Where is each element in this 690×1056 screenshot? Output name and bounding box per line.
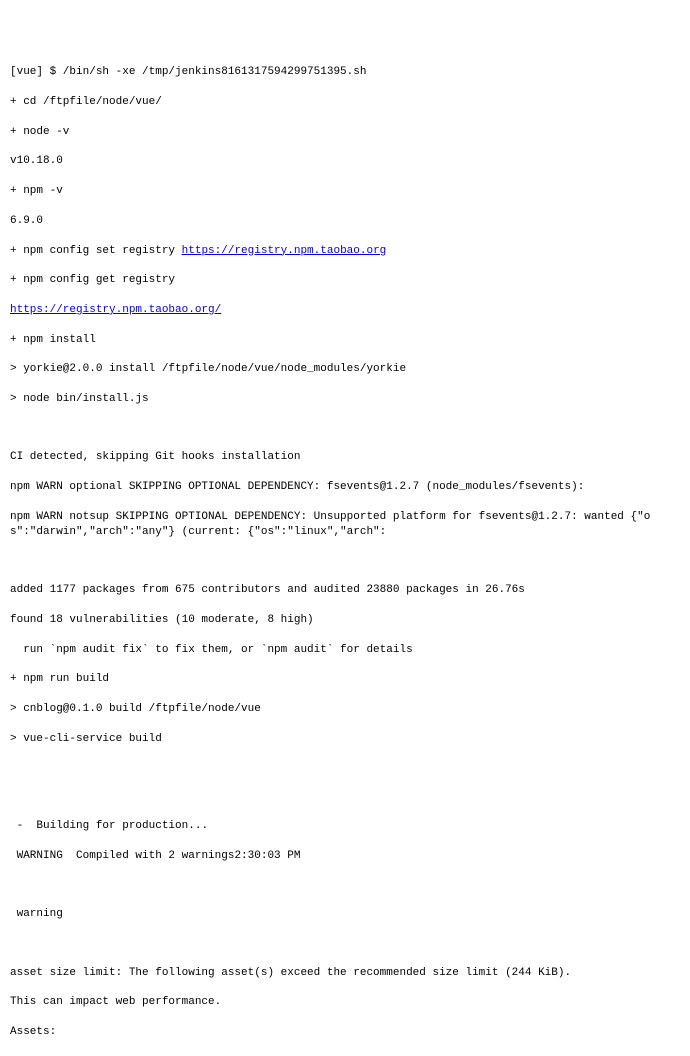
console-line: found 18 vulnerabilities (10 moderate, 8…: [10, 613, 680, 628]
blank-line: [10, 761, 680, 775]
registry-link[interactable]: https://registry.npm.taobao.org/: [10, 304, 221, 316]
registry-link[interactable]: https://registry.npm.taobao.org: [182, 245, 387, 257]
console-line: + npm -v: [10, 184, 680, 199]
console-line: + npm config get registry: [10, 273, 680, 288]
blank-line: [10, 422, 680, 436]
console-line: WARNING Compiled with 2 warnings2:30:03 …: [10, 849, 680, 864]
console-line: https://registry.npm.taobao.org/: [10, 303, 680, 318]
console-line: This can impact web performance.: [10, 995, 680, 1010]
blank-line: [10, 937, 680, 951]
console-line: - Building for production...: [10, 819, 680, 834]
console-line: asset size limit: The following asset(s)…: [10, 966, 680, 981]
console-line: > yorkie@2.0.0 install /ftpfile/node/vue…: [10, 362, 680, 377]
console-line: added 1177 packages from 675 contributor…: [10, 583, 680, 598]
blank-line: [10, 790, 680, 804]
console-line: [vue] $ /bin/sh -xe /tmp/jenkins81613175…: [10, 65, 680, 80]
console-line: + cd /ftpfile/node/vue/: [10, 95, 680, 110]
console-line: > cnblog@0.1.0 build /ftpfile/node/vue: [10, 702, 680, 717]
console-line: + npm install: [10, 333, 680, 348]
console-line: + npm run build: [10, 672, 680, 687]
console-line: CI detected, skipping Git hooks installa…: [10, 450, 680, 465]
console-text: + npm config set registry: [10, 245, 182, 257]
console-line: > node bin/install.js: [10, 392, 680, 407]
console-line: run `npm audit fix` to fix them, or `npm…: [10, 643, 680, 658]
blank-line: [10, 554, 680, 568]
console-line: + node -v: [10, 125, 680, 140]
console-line: npm WARN notsup SKIPPING OPTIONAL DEPEND…: [10, 510, 680, 540]
console-line: npm WARN optional SKIPPING OPTIONAL DEPE…: [10, 480, 680, 495]
console-line: v10.18.0: [10, 154, 680, 169]
console-line: + npm config set registry https://regist…: [10, 244, 680, 259]
console-line: > vue-cli-service build: [10, 732, 680, 747]
console-line: Assets:: [10, 1025, 680, 1040]
console-line: 6.9.0: [10, 214, 680, 229]
blank-line: [10, 878, 680, 892]
console-line: warning: [10, 907, 680, 922]
console-line: static/js/chunk-vendors.4dee9bc4.js (670…: [10, 1055, 680, 1056]
